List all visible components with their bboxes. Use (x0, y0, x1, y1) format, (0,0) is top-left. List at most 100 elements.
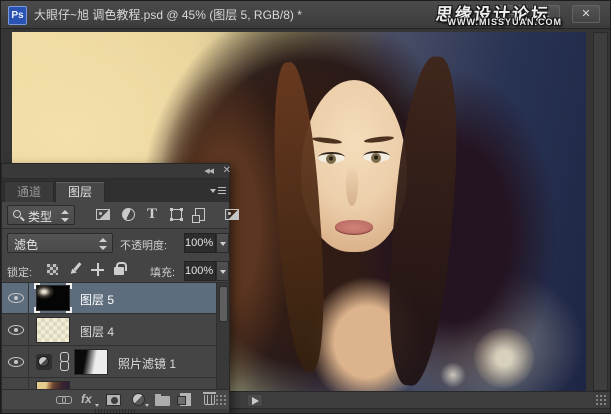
panel-header[interactable]: ◀◀ ✕ (2, 164, 229, 179)
layer-thumbnail[interactable] (36, 381, 70, 389)
panel-menu-icon[interactable] (210, 186, 224, 196)
subject-left-eye (318, 152, 345, 163)
filter-shape-layers-button[interactable] (168, 207, 186, 223)
image-icon (96, 209, 110, 220)
filter-pixel-layers-button[interactable] (94, 207, 112, 223)
add-layer-mask-button[interactable] (105, 392, 123, 408)
new-layer-icon (180, 393, 191, 406)
layer-name[interactable]: 图层 4 (80, 323, 114, 340)
filter-row: 类型 T (2, 202, 229, 229)
layer-style-button[interactable]: fx (80, 392, 98, 408)
smart-object-icon (195, 208, 205, 221)
eye-icon[interactable] (8, 293, 24, 303)
blend-mode-dropdown[interactable]: 滤色 (7, 233, 113, 253)
layer-thumbnail[interactable] (36, 317, 70, 343)
link-layers-button[interactable] (55, 392, 73, 408)
selection-bracket (66, 283, 72, 289)
filter-toggle-button[interactable] (223, 207, 241, 223)
dropdown-tick-icon (95, 404, 99, 407)
close-button[interactable]: ✕ (572, 5, 600, 23)
chain-link-icon (56, 396, 72, 404)
new-group-button[interactable] (154, 392, 172, 408)
half-circle-icon (38, 356, 49, 367)
layer-mask-thumbnail[interactable] (74, 349, 108, 375)
document-title: 大眼仔~旭 调色教程.psd @ 45% (图层 5, RGB/8) * (34, 1, 302, 29)
layer-thumbnail[interactable] (36, 285, 70, 311)
subject-lips (335, 220, 373, 235)
opacity-label: 不透明度: (120, 237, 167, 253)
panel-close-icon[interactable]: ✕ (223, 165, 231, 176)
lock-pixels-button[interactable] (66, 261, 84, 277)
filter-type-dropdown[interactable]: 类型 (7, 205, 75, 225)
filter-type-label: 类型 (28, 208, 52, 225)
panel-resize-grip[interactable] (215, 394, 228, 406)
visibility-cell[interactable] (2, 347, 29, 378)
panel-tab-bar: 通道 图层 (2, 179, 229, 202)
fill-input[interactable]: 100% (184, 261, 216, 281)
photoshop-logo-icon: Ps (8, 6, 27, 25)
selection-bracket (34, 283, 40, 289)
lens-flare-small (440, 362, 466, 388)
panel-resize-bar[interactable] (2, 409, 229, 413)
tab-channels[interactable]: 通道 (4, 181, 54, 202)
eye-icon[interactable] (8, 357, 24, 367)
fill-dropdown-arrow[interactable] (216, 261, 229, 281)
dropdown-tick-icon (145, 404, 149, 407)
visibility-cell[interactable] (2, 379, 29, 389)
opacity-dropdown-arrow[interactable] (216, 233, 229, 253)
opacity-input[interactable]: 100% (184, 233, 216, 253)
filter-type-layers-button[interactable]: T (144, 207, 162, 223)
move-cross-icon (91, 263, 104, 276)
subject-nose (346, 164, 358, 206)
filter-adjustment-layers-button[interactable] (120, 207, 138, 223)
selection-bracket (66, 307, 72, 313)
filter-toggle-icon (225, 209, 239, 220)
lens-flare (474, 328, 534, 388)
eye-icon[interactable] (8, 325, 24, 335)
status-bar-flyout-button[interactable] (247, 394, 263, 407)
new-adjustment-layer-button[interactable] (130, 392, 148, 408)
lock-position-button[interactable] (88, 261, 106, 277)
tab-layers[interactable]: 图层 (55, 181, 105, 202)
layer-name[interactable]: 照片滤镜 1 (118, 355, 176, 372)
adjustment-circle-icon (132, 393, 145, 406)
photoshop-window: Ps 大眼仔~旭 调色教程.psd @ 45% (图层 5, RGB/8) * … (0, 0, 611, 414)
folder-icon (155, 396, 170, 406)
brush-icon (69, 263, 82, 276)
vertical-scrollbar[interactable] (593, 32, 608, 391)
subject-right-eye (363, 151, 390, 162)
text-icon: T (147, 206, 157, 223)
transparency-checker-icon (47, 264, 58, 275)
new-layer-button[interactable] (177, 392, 195, 408)
collapse-to-icons-icon[interactable]: ◀◀ (204, 167, 213, 175)
title-bar[interactable]: Ps 大眼仔~旭 调色教程.psd @ 45% (图层 5, RGB/8) * … (1, 1, 611, 29)
search-icon (13, 210, 21, 218)
layer-row-5[interactable]: 图层 5 (2, 283, 229, 314)
blend-row: 滤色 不透明度: 100% (2, 229, 229, 257)
layers-panel: ◀◀ ✕ 通道 图层 类型 T 滤色 不透明度: (1, 163, 230, 413)
shape-icon (171, 209, 182, 220)
filter-smart-object-button[interactable] (191, 207, 209, 223)
watermark-url: www.missyuan.com (448, 17, 563, 27)
scrollbar-thumb[interactable] (219, 286, 228, 322)
layer-name[interactable]: 图层 5 (80, 291, 114, 308)
layer-row-4[interactable]: 图层 4 (2, 315, 229, 346)
selection-bracket (34, 307, 40, 313)
layer-row-photo-filter[interactable]: 照片滤镜 1 (2, 347, 229, 378)
layers-list: 图层 5 图层 4 照片滤镜 1 图层 3 (2, 283, 229, 389)
layer-mask-icon (106, 394, 121, 406)
mask-link-icon[interactable] (59, 351, 69, 373)
padlock-icon (114, 267, 124, 275)
layers-scrollbar[interactable] (216, 283, 229, 389)
adjustment-layer-icon[interactable] (36, 354, 52, 370)
trash-icon (204, 395, 215, 405)
adjustment-circle-icon (122, 208, 135, 221)
layer-row-3[interactable]: 图层 3 (2, 379, 229, 389)
lock-all-button[interactable] (110, 261, 128, 277)
fill-label: 填充: (150, 264, 175, 280)
visibility-cell[interactable] (2, 283, 29, 314)
lock-transparency-button[interactable] (44, 261, 62, 277)
window-resize-grip[interactable] (595, 394, 608, 406)
visibility-cell[interactable] (2, 315, 29, 346)
lock-row: 锁定: 填充: 100% (2, 257, 229, 283)
